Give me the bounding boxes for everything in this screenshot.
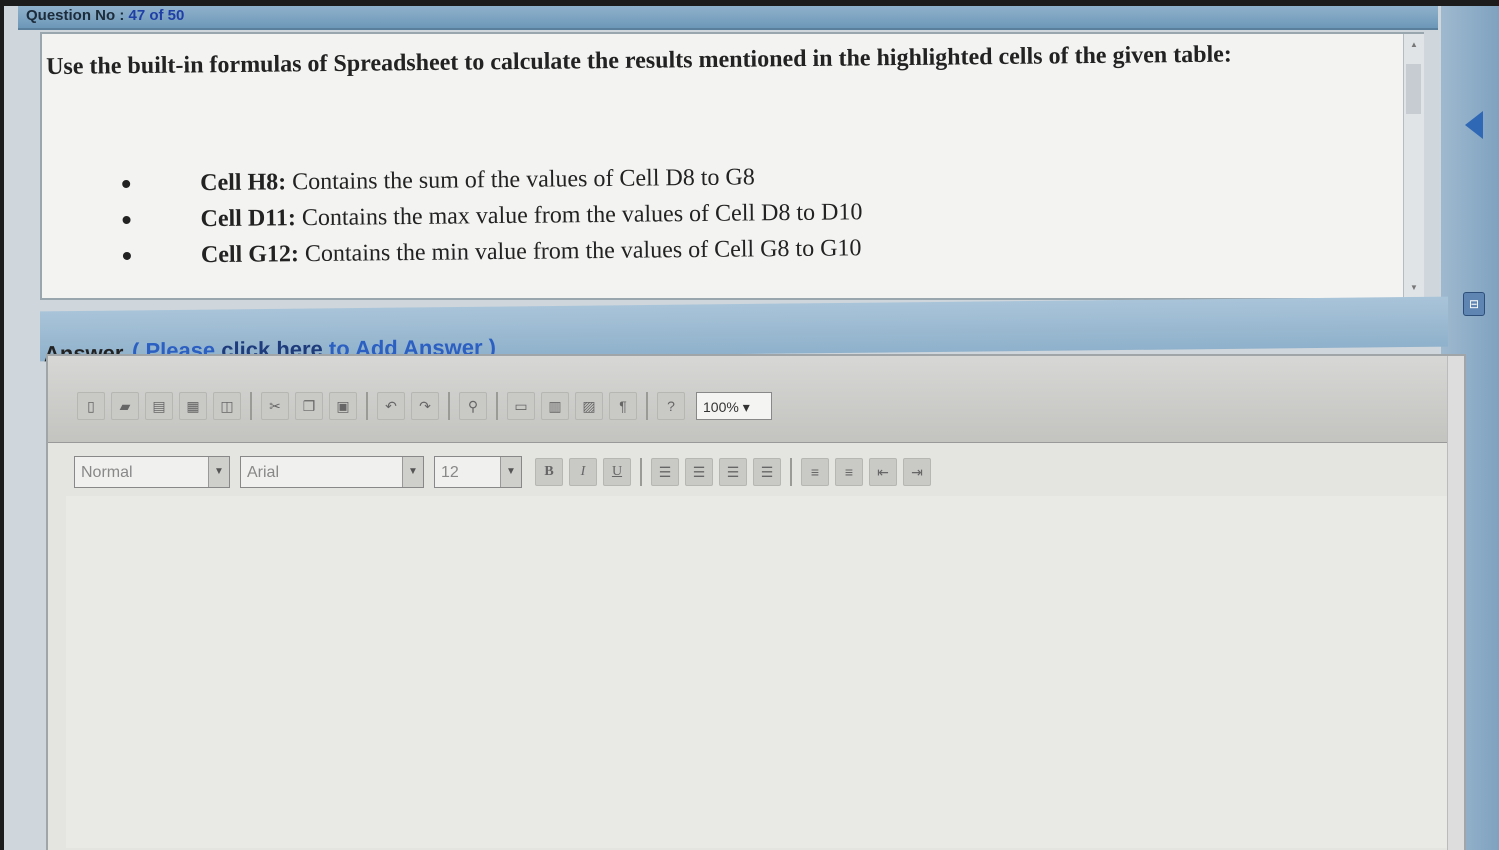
scroll-thumb[interactable]	[1406, 64, 1421, 114]
undo-icon[interactable]: ↶	[377, 392, 405, 420]
size-value: 12	[441, 464, 459, 481]
separator	[448, 392, 450, 420]
open-folder-icon[interactable]: ▰	[111, 392, 139, 420]
question-prompt: Use the built-in formulas of Spreadsheet…	[46, 41, 1232, 80]
editor-toolbar: ▯ ▰ ▤ ▦ ◫ ✂ ❐ ▣ ↶ ↷ ⚲ ▭ ▥ ▨ ¶ ? 100% ▾	[48, 356, 1452, 443]
pilcrow-icon[interactable]: ¶	[609, 392, 637, 420]
print-preview-icon[interactable]: ◫	[213, 392, 241, 420]
list-item: Cell G12: Contains the min value from th…	[122, 230, 863, 274]
outdent-icon[interactable]: ⇤	[869, 458, 897, 486]
print-icon[interactable]: ▦	[179, 392, 207, 420]
item-text: Contains the sum of the values of Cell D…	[292, 163, 755, 195]
underline-button[interactable]: U	[603, 458, 631, 486]
separator	[366, 392, 368, 420]
bullet-icon	[122, 215, 131, 224]
save-icon[interactable]: ▤	[145, 392, 173, 420]
cell-ref: Cell G12:	[200, 240, 300, 268]
bullet-list-icon[interactable]: ≡	[835, 458, 863, 486]
table-icon[interactable]: ▥	[541, 392, 569, 420]
copy-icon[interactable]: ❐	[295, 392, 323, 420]
item-text: Contains the max value from the values o…	[301, 198, 863, 231]
align-left-icon[interactable]: ☰	[651, 458, 679, 486]
new-doc-icon[interactable]: ▯	[77, 392, 105, 420]
italic-button[interactable]: I	[569, 458, 597, 486]
question-scrollbar[interactable]: ▲ ▼	[1403, 34, 1424, 298]
separator	[646, 392, 648, 420]
justify-icon[interactable]: ☰	[753, 458, 781, 486]
screen: Question No : 47 of 50 ⊟ Use the built-i…	[4, 6, 1499, 850]
find-icon[interactable]: ⚲	[459, 392, 487, 420]
answer-bar: Answer ( Please click here to Add Answer…	[40, 296, 1448, 366]
insert-icon[interactable]: ▭	[507, 392, 535, 420]
separator	[790, 458, 792, 486]
answer-text-area[interactable]	[66, 496, 1450, 848]
zoom-select[interactable]: 100% ▾	[696, 392, 772, 420]
cell-ref: Cell H8:	[200, 168, 287, 196]
image-icon[interactable]: ▨	[575, 392, 603, 420]
bullet-icon	[122, 251, 131, 260]
dropdown-icon[interactable]: ▼	[208, 457, 229, 487]
redo-icon[interactable]: ↷	[411, 392, 439, 420]
toolbar-row-1: ▯ ▰ ▤ ▦ ◫ ✂ ❐ ▣ ↶ ↷ ⚲ ▭ ▥ ▨ ¶ ? 100% ▾	[74, 392, 772, 420]
item-text: Contains the min value from the values o…	[304, 234, 862, 267]
collapse-arrow-icon[interactable]	[1465, 111, 1483, 139]
panel-toggle-icon[interactable]: ⊟	[1463, 292, 1485, 316]
indent-icon[interactable]: ⇥	[903, 458, 931, 486]
paste-icon[interactable]: ▣	[329, 392, 357, 420]
question-number: Question No : 47 of 50	[26, 7, 184, 24]
question-bullet-list: Cell H8: Contains the sum of the values …	[122, 158, 863, 274]
size-select[interactable]: 12 ▼	[434, 456, 522, 488]
separator	[640, 458, 642, 486]
numbered-list-icon[interactable]: ≡	[801, 458, 829, 486]
bullet-icon	[122, 179, 131, 188]
style-select[interactable]: Normal ▼	[74, 456, 230, 488]
font-value: Arial	[247, 464, 280, 481]
separator	[250, 392, 252, 420]
question-count: 47 of 50	[128, 7, 185, 24]
scroll-down-icon[interactable]: ▼	[1410, 283, 1418, 292]
cut-icon[interactable]: ✂	[261, 392, 289, 420]
bold-button[interactable]: B	[535, 458, 563, 486]
question-header: Question No : 47 of 50	[18, 6, 1438, 30]
font-select[interactable]: Arial ▼	[240, 456, 424, 488]
answer-editor: ▯ ▰ ▤ ▦ ◫ ✂ ❐ ▣ ↶ ↷ ⚲ ▭ ▥ ▨ ¶ ? 100% ▾ N…	[46, 354, 1466, 850]
format-row: Normal ▼ Arial ▼ 12 ▼ B I U ☰ ☰ ☰ ☰ ≡ ≡ ⇤ ⇥	[74, 456, 934, 488]
style-value: Normal	[81, 464, 133, 481]
question-panel: Use the built-in formulas of Spreadsheet…	[40, 32, 1424, 300]
help-icon[interactable]: ?	[657, 392, 685, 420]
dropdown-icon[interactable]: ▼	[500, 457, 521, 487]
zoom-value: 100%	[703, 399, 739, 415]
cell-ref: Cell D11:	[200, 204, 297, 232]
editor-scrollbar[interactable]	[1447, 356, 1464, 850]
dropdown-icon[interactable]: ▼	[402, 457, 423, 487]
separator	[496, 392, 498, 420]
scroll-up-icon[interactable]: ▲	[1410, 40, 1418, 49]
question-label: Question No :	[26, 7, 125, 24]
align-right-icon[interactable]: ☰	[719, 458, 747, 486]
align-center-icon[interactable]: ☰	[685, 458, 713, 486]
